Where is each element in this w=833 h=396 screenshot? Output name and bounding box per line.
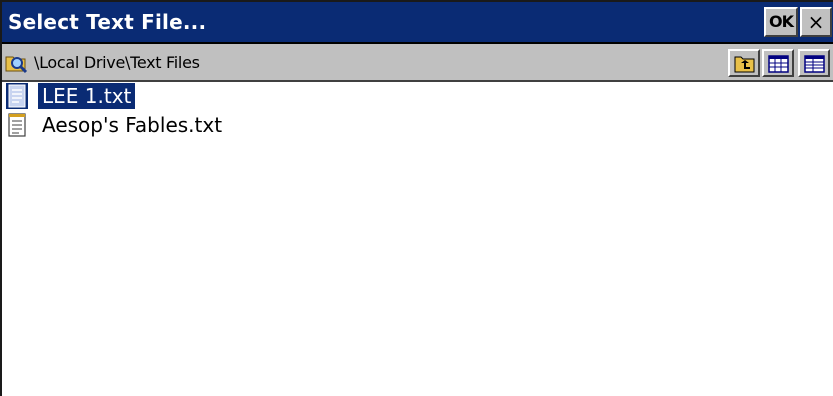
up-folder-icon (734, 56, 755, 73)
file-name: Aesop's Fables.txt (42, 113, 223, 137)
dialog-title: Select Text File... (8, 10, 207, 34)
list-view-button[interactable] (762, 49, 794, 77)
file-item-aesops-fables[interactable]: Aesop's Fables.txt (6, 111, 226, 139)
folder-search-icon (5, 52, 29, 74)
text-file-icon (6, 112, 28, 138)
list-view-icon (768, 55, 789, 73)
file-item-lee-1[interactable]: LEE 1.txt (6, 82, 136, 110)
path-bar: \Local Drive\Text Files (2, 44, 833, 82)
ok-button[interactable]: OK (764, 7, 798, 37)
up-folder-button[interactable] (728, 49, 760, 77)
current-path: \Local Drive\Text Files (34, 53, 200, 72)
title-bar: Select Text File... OK × (2, 2, 833, 44)
file-name: LEE 1.txt (38, 83, 136, 109)
text-file-icon (6, 83, 28, 109)
file-list: LEE 1.txt Aesop's Fables.txt (2, 82, 833, 396)
close-button[interactable]: × (800, 7, 832, 37)
details-view-button[interactable] (798, 49, 830, 77)
select-text-file-dialog: Select Text File... OK × \Local Drive\Te… (0, 0, 833, 396)
details-view-icon (804, 55, 825, 73)
